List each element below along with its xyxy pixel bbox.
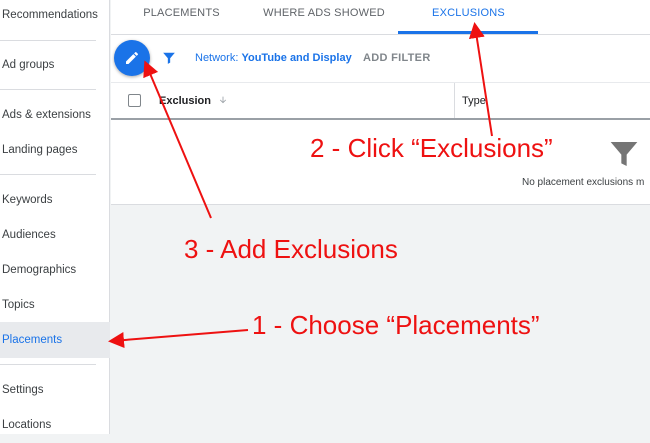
sidebar-item-topics[interactable]: Topics — [0, 287, 110, 323]
sidebar-item-keywords[interactable]: Keywords — [0, 182, 110, 218]
pencil-icon — [126, 51, 139, 64]
column-header-exclusion[interactable]: Exclusion — [159, 95, 228, 107]
annotation-step-3: 3 - Add Exclusions — [184, 234, 398, 264]
tab-placements[interactable]: PLACEMENTS — [129, 0, 234, 34]
sidebar-item-demographics[interactable]: Demographics — [0, 252, 110, 288]
empty-state-message: No placement exclusions m — [522, 177, 645, 188]
sidebar-item-settings[interactable]: Settings — [0, 372, 110, 408]
column-divider — [454, 83, 455, 118]
column-header-exclusion-label: Exclusion — [159, 95, 211, 107]
sidebar-item-recommendations[interactable]: Recommendations — [0, 0, 110, 33]
sort-arrow-down-icon — [219, 96, 227, 104]
sidebar-item-audiences[interactable]: Audiences — [0, 217, 110, 253]
add-filter-button[interactable]: ADD FILTER — [363, 52, 431, 64]
sidebar-divider — [0, 40, 96, 41]
active-tab-indicator — [398, 31, 538, 34]
toolbar: Network: YouTube and Display ADD FILTER — [111, 35, 650, 83]
filter-icon — [163, 52, 175, 64]
annotation-step-2: 2 - Click “Exclusions” — [310, 133, 553, 163]
sidebar-item-locations[interactable]: Locations — [0, 407, 110, 443]
add-exclusion-button[interactable] — [114, 40, 150, 76]
sidebar: Recommendations Ad groups Ads & extensio… — [0, 0, 110, 434]
annotation-step-1: 1 - Choose “Placements” — [252, 310, 540, 340]
network-filter-value: YouTube and Display — [241, 52, 352, 64]
sidebar-item-ads-extensions[interactable]: Ads & extensions — [0, 97, 110, 133]
sidebar-item-ad-groups[interactable]: Ad groups — [0, 47, 110, 83]
network-filter-prefix: Network: — [195, 52, 242, 64]
main-content: PLACEMENTS WHERE ADS SHOWED EXCLUSIONS N… — [111, 0, 650, 434]
filter-button[interactable] — [162, 51, 176, 65]
sidebar-divider — [0, 174, 96, 175]
sidebar-item-placements[interactable]: Placements — [0, 322, 110, 358]
tab-where-ads-showed[interactable]: WHERE ADS SHOWED — [259, 0, 389, 34]
tab-exclusions[interactable]: EXCLUSIONS — [411, 0, 526, 34]
table-header: Exclusion Type — [111, 83, 650, 120]
sidebar-divider — [0, 89, 96, 90]
network-filter-chip[interactable]: Network: YouTube and Display — [195, 52, 352, 64]
sidebar-divider — [0, 364, 96, 365]
select-all-checkbox[interactable] — [128, 94, 141, 107]
column-header-type[interactable]: Type — [462, 95, 486, 107]
tab-bar: PLACEMENTS WHERE ADS SHOWED EXCLUSIONS — [111, 0, 650, 35]
sidebar-item-landing-pages[interactable]: Landing pages — [0, 132, 110, 168]
filter-icon — [610, 142, 638, 166]
